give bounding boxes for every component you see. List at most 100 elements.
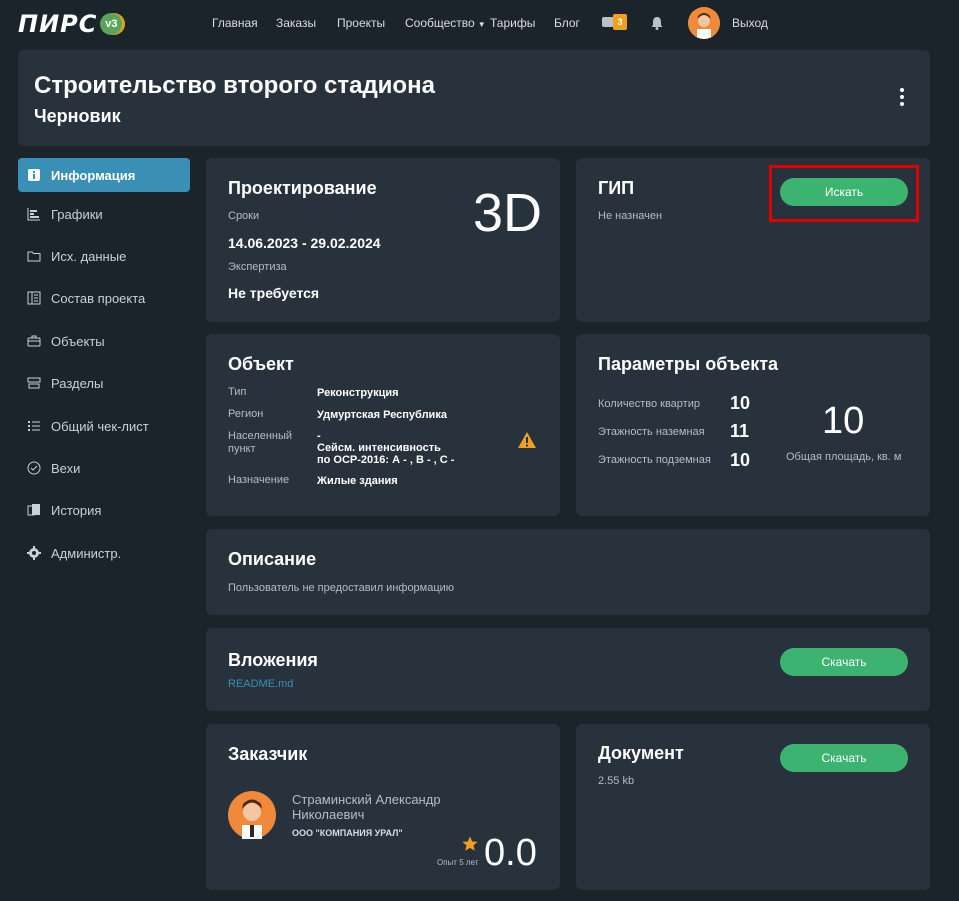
object-card: Объект Тип Реконструкция Регион Удмуртск…: [206, 334, 560, 516]
floors-above-value: 11: [730, 421, 750, 441]
avatar-image: [688, 7, 720, 39]
briefcase-icon: [27, 334, 41, 348]
region-label: Регион: [228, 408, 264, 420]
info-icon: [27, 168, 41, 182]
logo[interactable]: ПИРС v3: [18, 10, 123, 38]
gip-status: Не назначен: [598, 210, 663, 222]
sidebar-item-label: Информация: [51, 167, 136, 183]
star-icon: [462, 836, 478, 851]
more-options-icon[interactable]: [900, 88, 904, 106]
logout-link[interactable]: Выход: [732, 16, 768, 30]
locality-label-line2: пункт: [228, 443, 256, 455]
customer-name-line1: Страминский Александр: [292, 792, 441, 807]
purpose-label: Назначение: [228, 474, 290, 486]
locality-value: -: [317, 430, 321, 442]
sections-icon: [27, 376, 41, 390]
design-card: Проектирование Сроки 14.06.2023 - 29.02.…: [206, 158, 560, 322]
document-size: 2.55 kb: [598, 775, 635, 787]
chart-icon: [27, 207, 41, 221]
gear-icon: [27, 546, 41, 560]
download-document-button[interactable]: Скачать: [780, 744, 908, 772]
floors-below-label: Этажность подземная: [598, 454, 711, 466]
sidebar-item-label: Исх. данные: [51, 248, 127, 264]
region-value: Удмуртская Республика: [317, 409, 447, 421]
book-icon: [27, 291, 41, 305]
sidebar-item-source-data[interactable]: Исх. данные: [18, 239, 190, 273]
nav-link-blog[interactable]: Блог: [554, 16, 580, 30]
type-value: Реконструкция: [317, 387, 399, 399]
area-label: Общая площадь, кв. м: [786, 451, 902, 463]
customer-avatar: [228, 791, 276, 839]
bell-icon[interactable]: [650, 15, 664, 31]
sidebar-item-history[interactable]: История: [18, 493, 190, 527]
apartments-value: 10: [730, 393, 751, 413]
nav-link-projects[interactable]: Проекты: [337, 16, 385, 30]
sidebar-item-label: Общий чек-лист: [51, 418, 149, 434]
history-icon: [27, 503, 41, 517]
message-count-badge: 3: [613, 14, 627, 30]
document-card: Документ 2.55 kb Скачать: [576, 724, 930, 890]
expertise-value: Не требуется: [228, 285, 320, 301]
sidebar-item-label: История: [51, 502, 102, 518]
design-title: Проектирование: [228, 178, 377, 198]
customer-company: ООО "КОМПАНИЯ УРАЛ": [292, 828, 403, 838]
project-header: Строительство второго стадиона Черновик: [18, 50, 930, 146]
type-label: Тип: [228, 386, 247, 398]
terms-value: 14.06.2023 - 29.02.2024: [228, 235, 381, 251]
sidebar-item-label: Состав проекта: [51, 290, 146, 306]
object-title: Объект: [228, 354, 294, 374]
terms-label: Сроки: [228, 210, 260, 222]
sidebar-item-charts[interactable]: Графики: [18, 197, 190, 231]
customer-experience: Опыт 5 лет: [437, 858, 479, 867]
expertise-label: Экспертиза: [228, 261, 287, 273]
floors-below-value: 10: [730, 450, 751, 470]
sidebar-item-info[interactable]: Информация: [18, 158, 190, 192]
attachments-card: Вложения README.md Скачать: [206, 628, 930, 711]
floors-above-label: Этажность наземная: [598, 426, 705, 438]
description-text: Пользователь не предоставил информацию: [228, 582, 455, 594]
purpose-value: Жилые здания: [317, 475, 398, 487]
sidebar-item-label: Графики: [51, 206, 103, 222]
highlight-box: [769, 165, 919, 222]
seismic-line2: по ОСР-2016: А - , В - , С -: [317, 454, 455, 466]
chevron-down-icon: ▼: [477, 20, 486, 29]
warning-icon: [518, 432, 536, 448]
check-circle-icon: [27, 461, 41, 475]
design-mode: 3D: [472, 183, 542, 243]
customer-name-line2: Николаевич: [292, 807, 365, 822]
nav-link-tariffs[interactable]: Тарифы: [490, 16, 535, 30]
nav-link-home[interactable]: Главная: [212, 16, 258, 30]
attachment-link[interactable]: README.md: [228, 678, 293, 690]
locality-label-line1: Населенный: [228, 430, 293, 442]
nav-link-community-label: Сообщество: [405, 16, 475, 30]
customer-rating: 0.0: [484, 832, 537, 874]
nav-link-community[interactable]: Сообщество ▼: [405, 16, 486, 30]
description-card: Описание Пользователь не предоставил инф…: [206, 529, 930, 615]
sidebar-item-objects[interactable]: Объекты: [18, 324, 190, 358]
customer-title: Заказчик: [228, 744, 308, 764]
gip-title: ГИП: [598, 178, 635, 198]
sidebar-item-sections[interactable]: Разделы: [18, 366, 190, 400]
user-avatar[interactable]: [688, 7, 720, 39]
download-attachment-button[interactable]: Скачать: [780, 648, 908, 676]
apartments-label: Количество квартир: [598, 398, 700, 410]
sidebar-item-label: Администр.: [51, 545, 122, 561]
customer-card: Заказчик Страминский Александр Николаеви…: [206, 724, 560, 890]
sidebar-item-milestones[interactable]: Вехи: [18, 451, 190, 485]
sidebar-item-admin[interactable]: Администр.: [18, 536, 190, 570]
page-title: Строительство второго стадиона: [34, 72, 435, 99]
version-badge: v3: [100, 13, 123, 35]
sidebar-item-label: Объекты: [51, 333, 105, 349]
project-status: Черновик: [34, 106, 121, 126]
params-title: Параметры объекта: [598, 354, 779, 374]
description-title: Описание: [228, 549, 317, 569]
seismic-line1: Сейсм. интенсивность: [317, 442, 441, 454]
sidebar-item-label: Разделы: [51, 375, 104, 391]
checklist-icon: [27, 419, 41, 433]
sidebar-item-project-composition[interactable]: Состав проекта: [18, 281, 190, 315]
top-navbar: ПИРС v3 Главная Заказы Проекты Сообществ…: [0, 0, 959, 48]
sidebar-item-checklist[interactable]: Общий чек-лист: [18, 409, 190, 443]
nav-link-orders[interactable]: Заказы: [276, 16, 316, 30]
document-title: Документ: [598, 743, 684, 763]
folder-icon: [27, 249, 41, 263]
